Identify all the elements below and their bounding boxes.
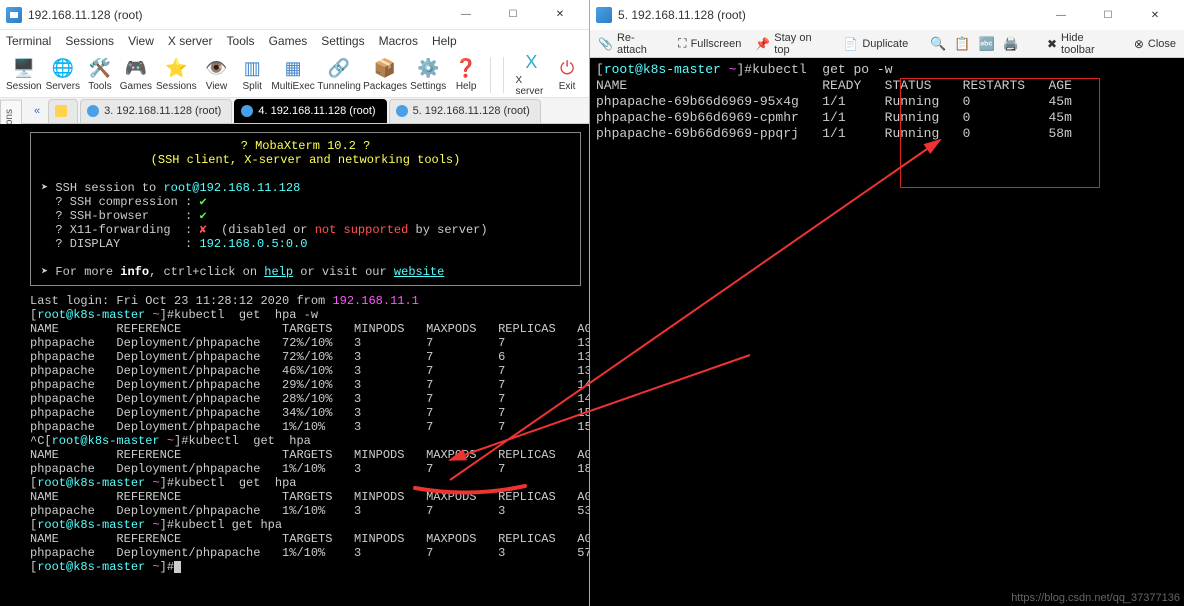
hide-icon: ✖	[1047, 37, 1057, 51]
terminal-output[interactable]: ? MobaXterm 10.2 ?(SSH client, X-server …	[0, 124, 589, 606]
fullscreen-button[interactable]: ⛶ Fullscreen	[678, 36, 741, 51]
toolbar-exit[interactable]: ⏻Exit	[551, 58, 583, 92]
terminal-icon	[87, 105, 99, 117]
tab-label: 5. 192.168.11.128 (root)	[413, 105, 530, 117]
detached-terminal-window: 5. 192.168.11.128 (root) — ☐ ✕ 📎 Re-attac…	[590, 0, 1184, 606]
window-titlebar: 5. 192.168.11.128 (root) — ☐ ✕	[590, 0, 1184, 30]
tab-label: 4. 192.168.11.128 (root)	[258, 105, 375, 117]
toolbar-multiexec[interactable]: ▦MultiExec	[272, 58, 314, 92]
icon-2[interactable]: 📋	[954, 36, 970, 52]
tab-session-5[interactable]: 5. 192.168.11.128 (root)	[389, 99, 541, 123]
toolbar-help[interactable]: ❓Help	[450, 58, 482, 92]
terminal-output[interactable]: [root@k8s-master ~]#kubectl get po -wNAM…	[590, 58, 1184, 606]
close-label: Close	[1148, 38, 1176, 50]
reattach-icon: 📎	[598, 37, 613, 51]
menu-sessions[interactable]: Sessions	[65, 34, 114, 48]
menu-terminal[interactable]: Terminal	[6, 34, 51, 48]
duplicate-icon: 📄	[843, 37, 858, 51]
toolbar-servers[interactable]: 🌐Servers	[46, 58, 80, 92]
close-button[interactable]: ✕	[537, 1, 583, 29]
menubar: Terminal Sessions View X server Tools Ga…	[0, 30, 589, 52]
menu-view[interactable]: View	[128, 34, 154, 48]
toolbar-tunneling[interactable]: 🔗Tunneling	[318, 58, 360, 92]
menu-help[interactable]: Help	[432, 34, 457, 48]
toolbar-sessions[interactable]: ⭐Sessions	[156, 58, 197, 92]
toolbar-view[interactable]: 👁️View	[201, 58, 233, 92]
fullscreen-label: Fullscreen	[691, 38, 742, 50]
toolbar-settings[interactable]: ⚙️Settings	[410, 58, 446, 92]
reattach-button[interactable]: 📎 Re-attach	[598, 32, 664, 56]
icon-4[interactable]: 🖨️	[1003, 36, 1019, 52]
toolbar-tools[interactable]: 🛠️Tools	[84, 58, 116, 92]
close-icon: ⊗	[1134, 37, 1144, 51]
terminal-icon	[396, 105, 408, 117]
toolbar-packages[interactable]: 📦Packages	[364, 58, 406, 92]
stayontop-label: Stay on top	[774, 32, 829, 56]
window-controls: — ☐ ✕	[1038, 1, 1178, 29]
hide-label: Hide toolbar	[1061, 32, 1120, 56]
menu-xserver[interactable]: X server	[168, 34, 213, 48]
fullscreen-icon: ⛶	[678, 36, 686, 51]
maximize-button[interactable]: ☐	[1085, 1, 1131, 29]
duplicate-button[interactable]: 📄 Duplicate	[843, 37, 908, 51]
menu-games[interactable]: Games	[269, 34, 308, 48]
detached-toolbar: 📎 Re-attach ⛶ Fullscreen 📌 Stay on top 📄 Dup…	[590, 30, 1184, 58]
window-titlebar: 192.168.11.128 (root) — ☐ ✕	[0, 0, 589, 30]
minimize-button[interactable]: —	[443, 1, 489, 29]
minimize-button[interactable]: —	[1038, 1, 1084, 29]
extra-icons: 🔍 📋 🔤 🖨️	[930, 36, 1019, 52]
toolbar-session[interactable]: 🖥️Session	[6, 58, 42, 92]
pin-icon: 📌	[755, 37, 770, 51]
highlight-box	[900, 78, 1100, 188]
tabbar: « 3. 192.168.11.128 (root) 4. 192.168.11…	[0, 98, 589, 124]
tab-label: 3. 192.168.11.128 (root)	[104, 105, 221, 117]
window-title: 192.168.11.128 (root)	[28, 8, 443, 22]
duplicate-label: Duplicate	[862, 38, 908, 50]
tab-home[interactable]	[48, 99, 78, 123]
close-button[interactable]: ✕	[1132, 1, 1178, 29]
hide-toolbar-button[interactable]: ✖ Hide toolbar	[1047, 32, 1120, 56]
app-icon	[6, 7, 22, 23]
maximize-button[interactable]: ☐	[490, 1, 536, 29]
terminal-icon	[241, 105, 253, 117]
stayontop-button[interactable]: 📌 Stay on top	[755, 32, 829, 56]
toolbar-split[interactable]: ▥Split	[236, 58, 268, 92]
app-icon	[596, 7, 612, 23]
menu-tools[interactable]: Tools	[227, 34, 255, 48]
mobaxterm-window: 192.168.11.128 (root) — ☐ ✕ Terminal Ses…	[0, 0, 590, 606]
icon-3[interactable]: 🔤	[979, 36, 995, 52]
home-icon	[55, 105, 67, 117]
window-controls: — ☐ ✕	[443, 1, 583, 29]
toolbar-x server[interactable]: XX server	[515, 52, 547, 97]
menu-macros[interactable]: Macros	[379, 34, 418, 48]
tab-session-4[interactable]: 4. 192.168.11.128 (root)	[234, 99, 386, 123]
toolbar-games[interactable]: 🎮Games	[120, 58, 152, 92]
window-title: 5. 192.168.11.128 (root)	[618, 8, 1038, 22]
menu-settings[interactable]: Settings	[321, 34, 364, 48]
icon-1[interactable]: 🔍	[930, 36, 946, 52]
tab-session-3[interactable]: 3. 192.168.11.128 (root)	[80, 99, 232, 123]
close-tab-button[interactable]: ⊗ Close	[1134, 37, 1176, 51]
reattach-label: Re-attach	[617, 32, 664, 56]
toolbar: 🖥️Session🌐Servers🛠️Tools🎮Games⭐Sessions👁…	[0, 52, 589, 98]
sidebar-toggle-icon[interactable]: «	[28, 103, 46, 119]
watermark: https://blog.csdn.net/qq_37377136	[1011, 592, 1180, 604]
